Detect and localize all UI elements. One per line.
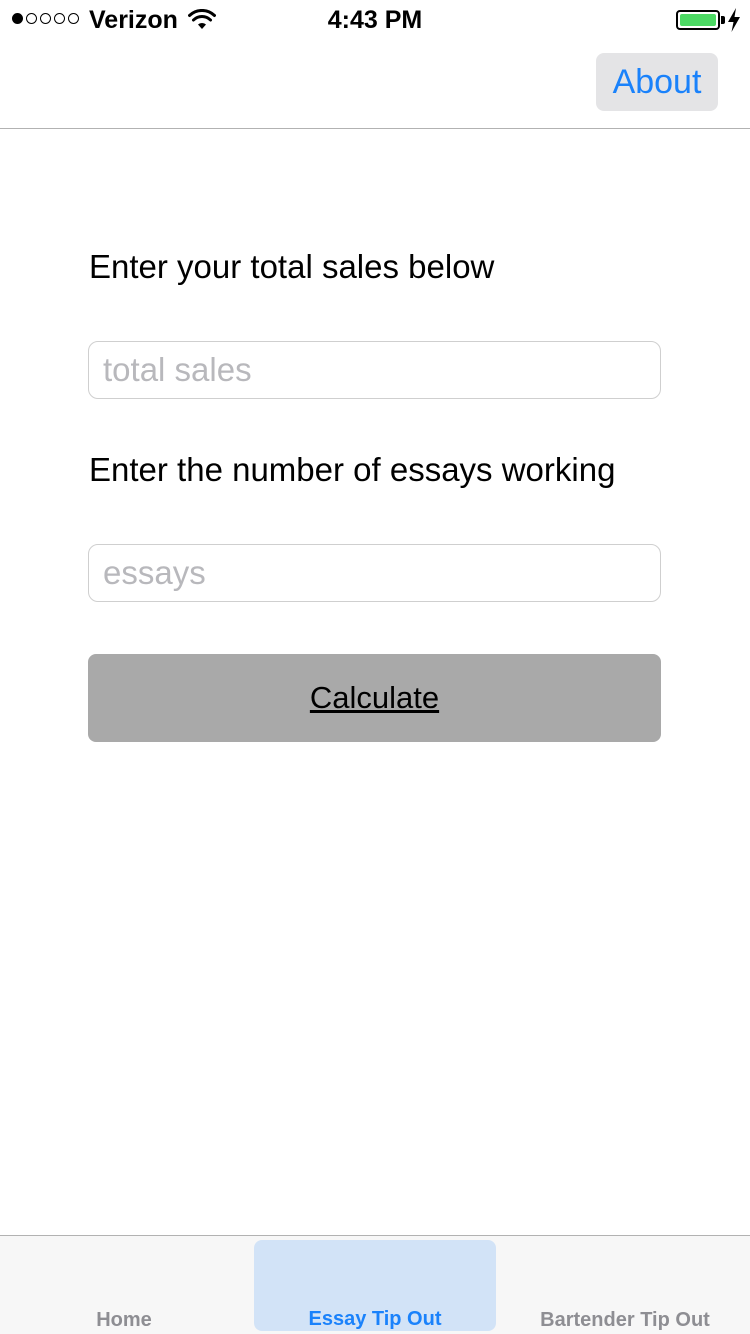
battery-level <box>680 14 716 26</box>
tab-essay-tip-out[interactable]: Essay Tip Out <box>254 1240 496 1331</box>
tab-bartender-tip-out[interactable]: Bartender Tip Out <box>500 1236 750 1334</box>
tab-home[interactable]: Home <box>0 1236 248 1334</box>
navigation-bar: About <box>0 40 750 129</box>
about-button[interactable]: About <box>596 53 718 111</box>
tab-bartender-tip-out-label: Bartender Tip Out <box>540 1309 710 1331</box>
screen: Verizon 4:43 PM About Enter your total s… <box>0 0 750 1334</box>
tab-essay-tip-out-label: Essay Tip Out <box>308 1308 442 1330</box>
status-time: 4:43 PM <box>327 6 423 34</box>
calculate-button[interactable]: Calculate <box>88 654 661 742</box>
essays-count-label: Enter the number of essays working <box>89 451 616 488</box>
total-sales-input[interactable] <box>88 341 661 399</box>
battery-terminal <box>721 16 725 24</box>
status-bar: Verizon 4:43 PM <box>0 0 750 40</box>
tab-home-label: Home <box>96 1309 152 1331</box>
battery-icon <box>676 10 720 30</box>
tab-bar: Home Essay Tip Out Bartender Tip Out <box>0 1235 750 1334</box>
charging-bolt-icon <box>728 8 740 32</box>
total-sales-label: Enter your total sales below <box>89 248 495 285</box>
essays-count-input[interactable] <box>88 544 661 602</box>
